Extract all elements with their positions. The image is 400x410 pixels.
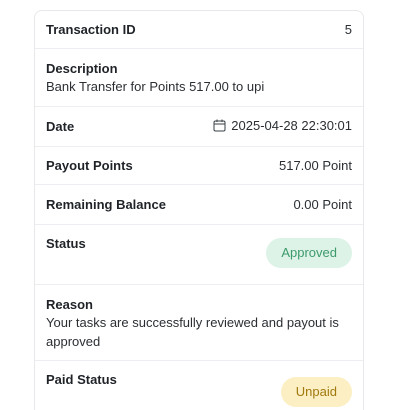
date-label: Date xyxy=(46,119,75,134)
calendar-icon xyxy=(213,119,226,132)
transaction-details-card: Transaction ID 5 Description Bank Transf… xyxy=(34,10,364,410)
reason-value: Your tasks are successfully reviewed and… xyxy=(46,315,339,349)
remaining-balance-value: 0.00 Point xyxy=(293,197,352,212)
payout-points-label: Payout Points xyxy=(46,158,133,173)
paid-status-label: Paid Status xyxy=(46,372,117,387)
remaining-balance-label: Remaining Balance xyxy=(46,197,166,212)
reason-label: Reason xyxy=(46,297,93,312)
payout-points-value: 517.00 Point xyxy=(278,158,352,173)
reason-row: Reason Your tasks are successfully revie… xyxy=(35,285,363,361)
date-row: Date 2025-04-28 22:30:01 xyxy=(35,107,363,147)
description-row: Description Bank Transfer for Points 517… xyxy=(35,49,363,107)
date-value: 2025-04-28 22:30:01 xyxy=(231,118,352,133)
status-row: Status Approved xyxy=(35,225,363,285)
paid-status-row: Paid Status Unpaid xyxy=(35,361,363,410)
transaction-id-row: Transaction ID 5 xyxy=(35,11,363,49)
payout-points-row: Payout Points 517.00 Point xyxy=(35,147,363,185)
remaining-balance-row: Remaining Balance 0.00 Point xyxy=(35,185,363,225)
status-label: Status xyxy=(46,236,86,251)
status-badge: Approved xyxy=(266,238,352,268)
transaction-id-label: Transaction ID xyxy=(46,22,136,37)
date-value-group: 2025-04-28 22:30:01 xyxy=(213,118,352,133)
transaction-id-value: 5 xyxy=(344,22,352,37)
paid-status-badge: Unpaid xyxy=(280,377,352,407)
description-value: Bank Transfer for Points 517.00 to upi xyxy=(46,79,265,94)
description-label: Description xyxy=(46,61,118,76)
